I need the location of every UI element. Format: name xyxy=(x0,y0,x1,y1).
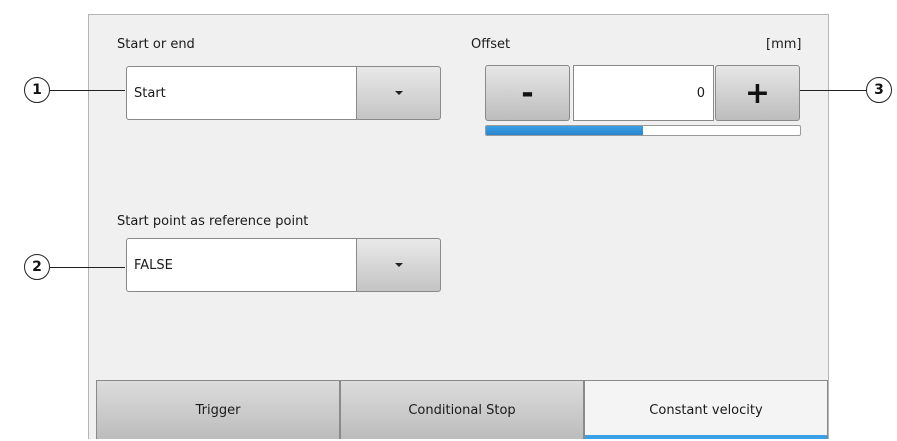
callout-2: 2 xyxy=(24,254,50,280)
tab-bar: Trigger Conditional Stop Constant veloci… xyxy=(96,380,828,439)
chevron-down-icon xyxy=(394,263,403,267)
callout-1-leader xyxy=(50,90,125,91)
offset-value-field[interactable]: 0 xyxy=(573,65,714,121)
start-or-end-value[interactable]: Start xyxy=(126,66,356,120)
reference-point-dropdown-button[interactable] xyxy=(356,238,441,292)
start-or-end-dropdown[interactable]: Start xyxy=(126,66,441,120)
callout-2-leader xyxy=(50,267,125,268)
tab-conditional-stop-label: Conditional Stop xyxy=(408,402,516,418)
settings-panel: Start or end Start Offset [mm] - 0 + Sta… xyxy=(88,14,829,439)
active-tab-indicator xyxy=(585,435,827,439)
tab-conditional-stop[interactable]: Conditional Stop xyxy=(340,380,584,439)
reference-point-label: Start point as reference point xyxy=(117,214,309,229)
start-or-end-label: Start or end xyxy=(117,37,195,52)
callout-3: 3 xyxy=(866,77,892,103)
offset-increment-button[interactable]: + xyxy=(715,65,800,121)
tab-constant-velocity-label: Constant velocity xyxy=(649,402,763,418)
offset-label: Offset xyxy=(471,37,511,52)
offset-progress-bar xyxy=(485,125,801,136)
tab-trigger[interactable]: Trigger xyxy=(96,380,340,439)
callout-3-leader xyxy=(800,90,866,91)
start-or-end-dropdown-button[interactable] xyxy=(356,66,441,120)
offset-unit-label: [mm] xyxy=(766,37,802,52)
chevron-down-icon xyxy=(394,91,403,95)
tab-constant-velocity[interactable]: Constant velocity xyxy=(584,380,828,439)
offset-progress-fill xyxy=(486,126,643,135)
tab-trigger-label: Trigger xyxy=(195,402,241,418)
offset-decrement-button[interactable]: - xyxy=(485,65,570,121)
reference-point-value[interactable]: FALSE xyxy=(126,238,356,292)
reference-point-dropdown[interactable]: FALSE xyxy=(126,238,441,292)
callout-1: 1 xyxy=(24,77,50,103)
